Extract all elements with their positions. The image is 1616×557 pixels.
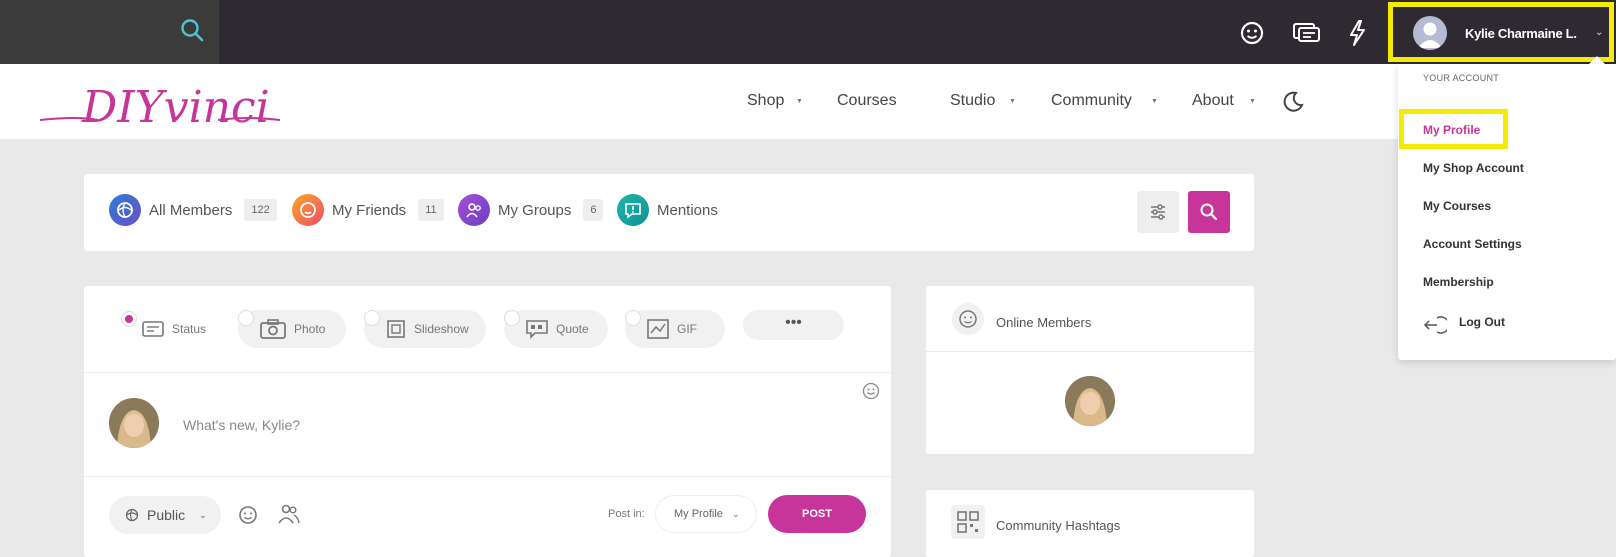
online-member-avatar[interactable] [1065,376,1115,426]
site-header: DIYvinci Shop ▼ Courses Studio ▼ Communi… [0,64,1616,139]
menu-item-my-courses[interactable]: My Courses [1423,199,1491,213]
tag-friends-icon[interactable] [277,502,301,526]
emoji-icon[interactable] [237,504,259,526]
activity-search-button[interactable] [1188,191,1230,233]
menu-item-log-out[interactable]: Log Out [1459,315,1505,329]
mentions-chat-icon [617,194,649,226]
search-icon[interactable] [180,18,206,44]
user-photo [1065,376,1115,426]
account-menu-trigger[interactable]: Kylie Charmaine L. ⌄ [1388,2,1614,62]
nav-community[interactable]: Community [1051,92,1132,110]
caret-down-icon: ▼ [796,98,803,105]
user-photo [109,398,159,448]
post-composer: Status Photo Slideshow Quote GIF ••• Wha… [84,286,891,557]
chevron-down-icon: ⌄ [199,509,207,520]
post-type-status[interactable]: Status [120,310,220,348]
post-type-photo[interactable]: Photo [238,310,346,348]
post-type-gif[interactable]: GIF [625,310,725,348]
tab-my-groups[interactable]: My Groups 6 [458,194,604,226]
globe-icon [109,194,141,226]
post-in-select[interactable]: My Profile ⌄ [655,495,757,533]
logout-icon [1423,316,1447,334]
count-badge: 6 [583,199,604,221]
account-avatar [1413,16,1447,50]
divider [84,372,891,373]
highlight-box [1399,109,1508,149]
whats-new-input[interactable]: What's new, Kylie? [183,417,300,433]
notifications-bolt-icon[interactable] [1343,18,1373,48]
messages-icon[interactable] [1291,18,1321,48]
hashtags-grid-icon [951,505,985,539]
groups-icon [458,194,490,226]
svg-text:DIYvinci: DIYvinci [81,82,270,132]
globe-icon [125,508,139,522]
filter-button[interactable] [1137,191,1179,233]
more-post-types-button[interactable]: ••• [743,310,844,340]
user-avatar[interactable] [109,398,159,448]
divider [926,351,1254,352]
post-button[interactable]: POST [768,495,866,533]
gif-chart-icon [647,319,669,339]
count-badge: 122 [244,199,277,221]
radio-dot[interactable] [364,310,380,326]
nav-studio[interactable]: Studio [950,92,995,110]
menu-item-membership[interactable]: Membership [1423,275,1494,289]
account-name: Kylie Charmaine L. [1465,26,1577,41]
search-icon [1200,203,1218,221]
global-search[interactable] [0,0,219,64]
community-hashtags-widget: Community Hashtags [926,490,1254,557]
camera-icon [260,319,286,339]
chevron-down-icon: ⌄ [1595,27,1604,38]
caret-down-icon: ▼ [1009,98,1016,105]
divider [84,476,891,477]
user-silhouette-icon [1418,22,1442,48]
radio-dot[interactable] [504,310,520,326]
count-badge: 11 [418,199,444,221]
post-type-quote[interactable]: Quote [504,310,608,348]
menu-item-account-settings[interactable]: Account Settings [1423,237,1522,251]
nav-about[interactable]: About [1192,92,1234,110]
sliders-icon [1151,204,1165,220]
post-in-label: Post in: [608,508,645,520]
dark-mode-moon-icon[interactable] [1281,90,1305,114]
tab-all-members[interactable]: All Members 122 [109,194,277,226]
nav-courses[interactable]: Courses [837,92,897,110]
radio-dot[interactable] [625,310,641,326]
emoji-icon[interactable] [1237,18,1267,48]
activity-filter-bar: All Members 122 My Friends 11 My Groups … [84,174,1254,251]
radio-dot[interactable] [238,310,254,326]
slideshow-icon [387,320,405,338]
nav-shop[interactable]: Shop [747,92,784,110]
radio-dot[interactable] [122,312,136,326]
privacy-select[interactable]: Public ⌄ [109,496,221,534]
widget-title: Community Hashtags [996,518,1121,533]
caret-down-icon: ▼ [1151,98,1158,105]
widget-title: Online Members [996,315,1092,330]
top-bar: Kylie Charmaine L. ⌄ [0,0,1616,64]
emoji-picker-icon[interactable] [862,382,880,400]
friends-smile-icon [292,194,324,226]
chevron-down-icon: ⌄ [731,509,740,519]
post-type-slideshow[interactable]: Slideshow [364,310,486,348]
site-logo[interactable]: DIYvinci [38,76,282,132]
status-card-icon [142,321,164,337]
tab-mentions[interactable]: Mentions [617,194,718,226]
dropdown-heading: YOUR ACCOUNT [1423,73,1500,83]
online-members-icon [952,303,984,335]
dropdown-arrow [1589,56,1605,64]
online-members-widget: Online Members [926,286,1254,454]
tab-my-friends[interactable]: My Friends 11 [292,194,444,226]
caret-down-icon: ▼ [1249,98,1256,105]
quote-bubble-icon [526,320,548,339]
menu-item-my-shop-account[interactable]: My Shop Account [1423,161,1524,175]
